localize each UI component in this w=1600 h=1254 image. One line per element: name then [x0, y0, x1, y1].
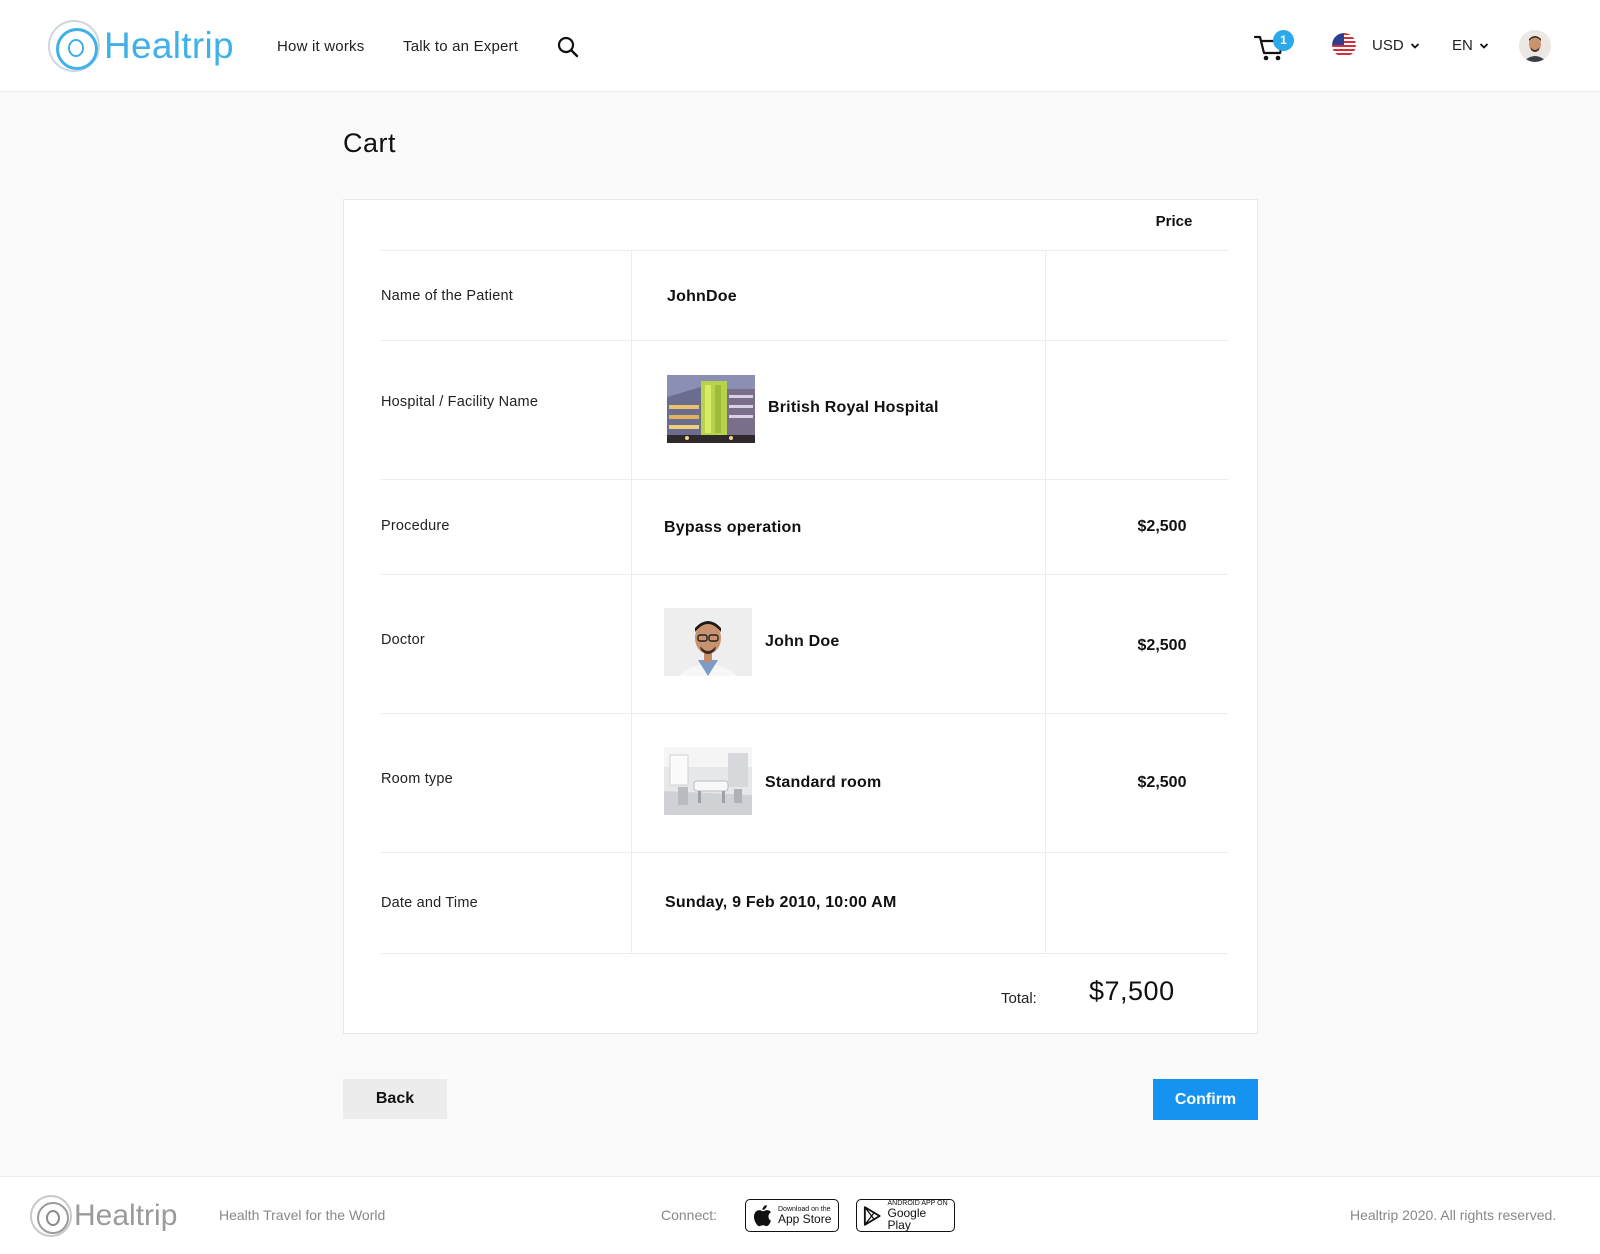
- app-store-button[interactable]: Download on the App Store: [745, 1199, 839, 1232]
- cart-row-room: Room type Standard room $2,500: [381, 713, 1228, 852]
- page-title: Cart: [343, 128, 397, 158]
- nav-talk-to-expert[interactable]: Talk to an Expert: [403, 38, 518, 55]
- column-divider: [631, 575, 632, 713]
- room-price: $2,500: [1137, 774, 1187, 791]
- footer: Healtrip Health Travel for the World Con…: [0, 1176, 1600, 1254]
- cart-summary-card: Price Name of the Patient JohnDoe Hospit…: [343, 199, 1258, 1034]
- cart-count-badge: 1: [1273, 30, 1294, 51]
- nav-how-it-works[interactable]: How it works: [277, 38, 364, 55]
- footer-tagline: Health Travel for the World: [219, 1207, 386, 1223]
- apple-icon: [753, 1204, 771, 1226]
- currency-selector[interactable]: USD: [1372, 37, 1420, 54]
- cart-row-date: Date and Time Sunday, 9 Feb 2010, 10:00 …: [381, 852, 1228, 954]
- top-header: Healtrip How it works Talk to an Expert …: [0, 0, 1600, 92]
- search-icon[interactable]: [557, 36, 579, 58]
- back-button[interactable]: Back: [343, 1079, 447, 1119]
- app-store-big-text: App Store: [778, 1212, 832, 1226]
- row-label: Date and Time: [381, 895, 478, 911]
- language-selector[interactable]: EN: [1452, 37, 1489, 54]
- google-play-icon: [863, 1205, 881, 1226]
- column-divider: [631, 853, 632, 953]
- column-divider: [1045, 853, 1046, 953]
- room-type: Standard room: [765, 774, 882, 791]
- column-divider: [1045, 341, 1046, 479]
- column-divider: [1045, 714, 1046, 852]
- column-divider: [631, 341, 632, 479]
- procedure-name: Bypass operation: [664, 519, 802, 536]
- chevron-down-icon: [1479, 42, 1488, 49]
- row-label: Name of the Patient: [381, 288, 513, 304]
- column-divider: [631, 251, 632, 340]
- total-amount: $7,500: [1089, 976, 1175, 1006]
- column-divider: [1045, 251, 1046, 340]
- logo-icon: [48, 20, 100, 72]
- doctor-photo: [664, 608, 752, 676]
- row-label: Room type: [381, 771, 453, 787]
- patient-name: JohnDoe: [667, 288, 737, 305]
- footer-brand-name: Healtrip: [74, 1199, 178, 1232]
- user-avatar[interactable]: [1519, 30, 1551, 62]
- cart-row-doctor: Doctor John Doe $2,500: [381, 574, 1228, 713]
- room-photo: [664, 747, 752, 815]
- row-label: Procedure: [381, 518, 450, 534]
- google-play-big-text: Google Play: [887, 1206, 927, 1232]
- hospital-name: British Royal Hospital: [768, 399, 939, 416]
- column-divider: [1045, 575, 1046, 713]
- copyright-text: Healtrip 2020. All rights reserved.: [1350, 1207, 1557, 1223]
- connect-label: Connect:: [661, 1207, 718, 1223]
- row-label: Doctor: [381, 632, 425, 648]
- cart-row-procedure: Procedure Bypass operation $2,500: [381, 479, 1228, 574]
- doctor-price: $2,500: [1137, 637, 1187, 654]
- brand-name: Healtrip: [104, 25, 234, 66]
- brand-logo[interactable]: Healtrip: [48, 20, 234, 72]
- logo-icon: [30, 1195, 72, 1237]
- appointment-datetime: Sunday, 9 Feb 2010, 10:00 AM: [665, 894, 897, 911]
- column-divider: [1045, 480, 1046, 574]
- chevron-down-icon: [1410, 42, 1419, 49]
- google-play-button[interactable]: ANDROID APP ON Google Play: [856, 1199, 955, 1232]
- row-label: Hospital / Facility Name: [381, 394, 539, 410]
- language-value: EN: [1452, 37, 1473, 54]
- price-column-header: Price: [1155, 213, 1193, 230]
- procedure-price: $2,500: [1137, 518, 1187, 535]
- column-divider: [631, 480, 632, 574]
- confirm-button[interactable]: Confirm: [1153, 1079, 1258, 1120]
- column-divider: [631, 714, 632, 852]
- currency-value: USD: [1372, 37, 1404, 54]
- cart-row-patient: Name of the Patient JohnDoe: [381, 250, 1228, 340]
- footer-logo[interactable]: Healtrip: [30, 1195, 177, 1237]
- hospital-image: [667, 375, 755, 443]
- total-label: Total:: [1001, 990, 1037, 1007]
- doctor-name: John Doe: [765, 633, 840, 650]
- us-flag-icon: [1332, 33, 1356, 57]
- cart-row-hospital: Hospital / Facility Name British Royal H…: [381, 340, 1228, 479]
